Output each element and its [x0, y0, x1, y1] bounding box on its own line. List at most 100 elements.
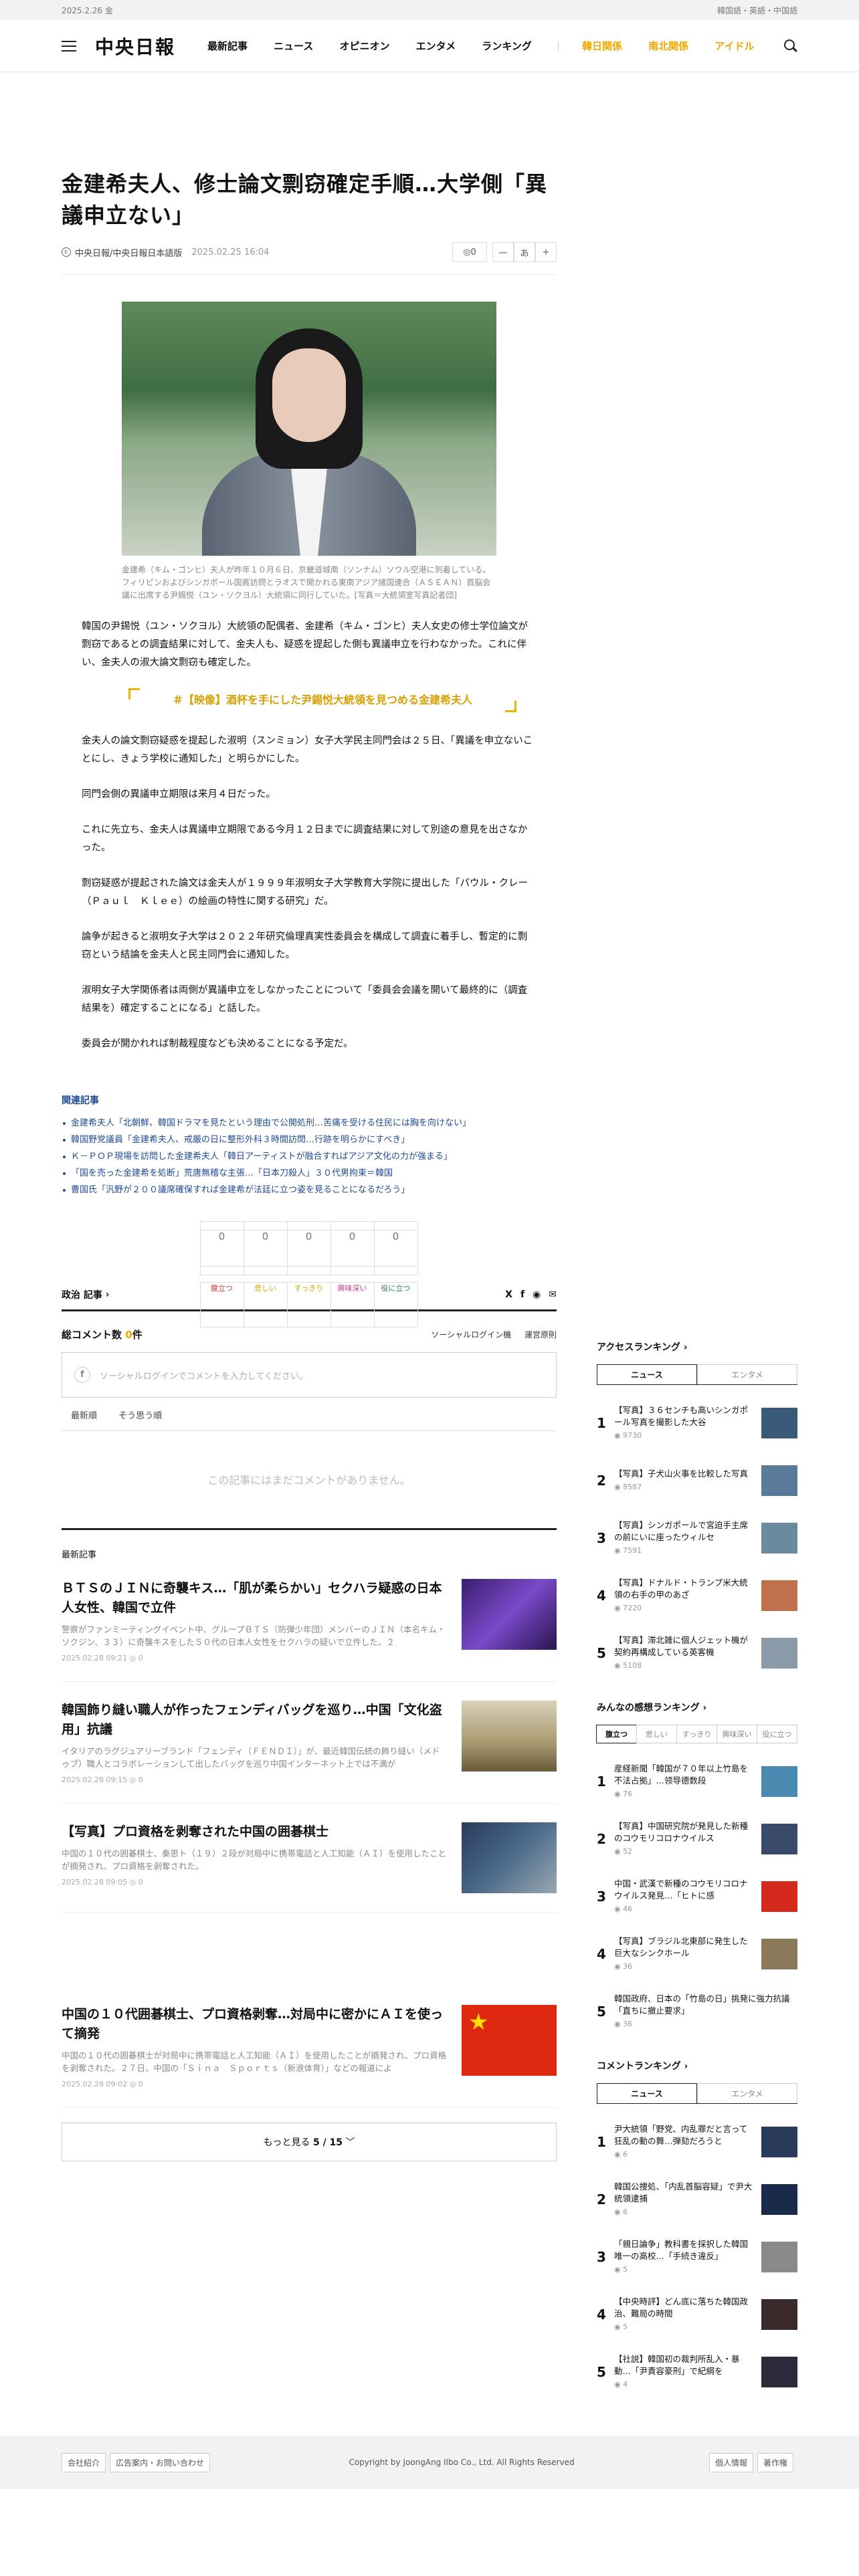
ranking-item[interactable]: 1 産経新聞「韓国が７０年以上竹島を不法占拠」…领导德数段 ◉ 76: [597, 1753, 797, 1810]
site-logo[interactable]: 中央日報: [95, 33, 175, 60]
latest-item[interactable]: 韓国飾り縫い職人が作ったフェンディバッグを巡り…中国「文化盗用」抗議 イタリアのラ…: [62, 1682, 557, 1804]
related-link[interactable]: 韓国野党議員「金建希夫人、戒厳の日に整形外科３時間訪問…行跡を明らかにすべき」: [62, 1132, 557, 1148]
ranking-title[interactable]: 「親日論争」教科書を採択した韓国唯一の高校…「手続き違反」: [614, 2238, 755, 2262]
ranking-item[interactable]: 4 【中央時評】どん底に落ちた韓国政治、難局の時間 ◉ 5: [597, 2286, 797, 2343]
ranking-item[interactable]: 5 韓国政府、日本の「竹島の日」挑発に強力抗議「直ちに撤止要求」 ◉ 36: [597, 1983, 797, 2040]
font-decrease-button[interactable]: 一: [492, 242, 514, 262]
latest-item[interactable]: 【写真】プロ資格を剥奪された中国の囲碁棋士 中国の１０代の囲碁棋士、秦思ト（１９）…: [62, 1804, 557, 1913]
ranking-thumbnail[interactable]: [761, 2127, 797, 2157]
reaction-button[interactable]: 0 すっきり: [286, 1221, 331, 1327]
tab-entertainment[interactable]: エンタメ: [697, 1364, 797, 1384]
font-size-button[interactable]: あ: [514, 242, 535, 262]
sort-newest[interactable]: 最新順: [71, 1411, 97, 1421]
nav-idol[interactable]: アイドル: [714, 40, 754, 52]
nav-news[interactable]: ニュース: [274, 40, 313, 52]
ranking-title[interactable]: 【写真】シンガポールで宮迫手主席の前にいに座ったウィルセ: [614, 1519, 755, 1543]
latest-thumbnail[interactable]: ★: [462, 2005, 557, 2076]
reaction-button[interactable]: 0 役に立つ: [373, 1221, 418, 1327]
ranking-item[interactable]: 3 中国・武漢で新種のコウモリコロナウイルス発見…「ヒトに感 ◉ 46: [597, 1868, 797, 1925]
ranking-thumbnail[interactable]: [761, 2299, 797, 2330]
reaction-button[interactable]: 0 悲しい: [243, 1221, 288, 1327]
reaction-tab[interactable]: 興味深い: [717, 1725, 757, 1743]
ranking-title[interactable]: 産経新聞「韓国が７０年以上竹島を不法占拠」…领导德数段: [614, 1763, 755, 1787]
comment-input[interactable]: f ソーシャルログインでコメントを入力してください。: [62, 1352, 557, 1398]
ranking-thumbnail[interactable]: [761, 1408, 797, 1438]
latest-title[interactable]: 中国の１０代囲碁棋士、プロ資格剥奪…対局中に密かにＡＩを使って摘発: [62, 2005, 447, 2044]
sort-agree[interactable]: そう思う順: [118, 1411, 162, 1421]
reaction-tab[interactable]: すっきり: [676, 1725, 717, 1743]
ranking-item[interactable]: 3 【写真】シンガポールで宮迫手主席の前にいに座ったウィルセ ◉ 7591: [597, 1509, 797, 1567]
ranking-thumbnail[interactable]: [761, 1638, 797, 1669]
facebook-share-icon[interactable]: f: [520, 1289, 524, 1300]
ranking-item[interactable]: 2 【写真】中国研究院が発見した新種のコウモリコロナウイルス ◉ 52: [597, 1810, 797, 1868]
ranking-title[interactable]: 尹大統領「野党、内乱罪だと言って狂乱の動の舞…弾劾だろうと: [614, 2123, 755, 2147]
ranking-title[interactable]: 【中央時評】どん底に落ちた韓国政治、難局の時間: [614, 2296, 755, 2320]
tab-entertainment[interactable]: エンタメ: [697, 2083, 797, 2103]
access-ranking-heading[interactable]: アクセスランキング ›: [597, 1340, 797, 1354]
ranking-thumbnail[interactable]: [761, 1580, 797, 1611]
ranking-item[interactable]: 5 【社説】韓国初の裁判所乱入・暴動…「尹責容豪刑」で紀綱を ◉ 4: [597, 2343, 797, 2401]
ranking-title[interactable]: 【写真】３６センチも高いシンガポール写真を撮影した大谷: [614, 1404, 755, 1428]
related-link[interactable]: Ｋ－ＰＯＰ現場を訪問した金建希夫人「韓日アーティストが融合すればアジア文化の力が…: [62, 1148, 557, 1165]
language-links[interactable]: 韓国語・英語・中国語: [717, 5, 797, 16]
ranking-thumbnail[interactable]: [761, 1465, 797, 1496]
related-link[interactable]: 金建希夫人「北朝鮮、韓国ドラマを見たという理由で公開処刑…苦痛を受ける住民には胸…: [62, 1115, 557, 1132]
font-increase-button[interactable]: +: [535, 242, 557, 262]
x-share-icon[interactable]: X: [505, 1289, 512, 1300]
more-button[interactable]: もっと見る 5 / 15 ﹀: [62, 2123, 557, 2161]
ranking-item[interactable]: 2 韓国公捜処、「内乱首脳容疑」で尹大統領逮捕 ◉ 6: [597, 2171, 797, 2228]
ranking-title[interactable]: 韓国公捜処、「内乱首脳容疑」で尹大統領逮捕: [614, 2181, 755, 2205]
reaction-ranking-heading[interactable]: みんなの感想ランキング ›: [597, 1701, 797, 1714]
footer-ads-link[interactable]: 広告案内・お問い合わせ: [110, 2452, 211, 2472]
ranking-item[interactable]: 4 【写真】ブラジル北東部に発生した巨大なシンクホール ◉ 36: [597, 1925, 797, 1983]
section-label[interactable]: 政治 記事: [62, 1288, 102, 1301]
ranking-thumbnail[interactable]: [761, 1824, 797, 1854]
nav-korea-japan[interactable]: 韓日関係: [582, 40, 622, 52]
footer-copyright-link[interactable]: 著作権: [757, 2452, 793, 2472]
reaction-button[interactable]: 0 腹立つ: [199, 1221, 244, 1327]
nav-latest[interactable]: 最新記事: [207, 40, 248, 52]
search-icon[interactable]: [784, 39, 797, 53]
nav-north-south[interactable]: 南北関係: [648, 40, 688, 52]
line-share-icon[interactable]: ◉: [533, 1289, 541, 1300]
ranking-thumbnail[interactable]: [761, 1939, 797, 1969]
latest-title[interactable]: ＢＴＳのＪＩＮに奇襲キス…「肌が柔らかい」セクハラ疑惑の日本人女性、韓国で立件: [62, 1579, 447, 1618]
footer-privacy-link[interactable]: 個人情報: [708, 2452, 753, 2472]
latest-thumbnail[interactable]: [462, 1701, 557, 1772]
ranking-title[interactable]: 中国・武漢で新種のコウモリコロナウイルス発見…「ヒトに感: [614, 1878, 755, 1902]
ranking-title[interactable]: 【写真】子犬山火事を比較した写真: [614, 1468, 755, 1480]
ranking-item[interactable]: 1 尹大統領「野党、内乱罪だと言って狂乱の動の舞…弾劾だろうと ◉ 6: [597, 2113, 797, 2171]
ranking-item[interactable]: 2 【写真】子犬山火事を比較した写真 ◉ 8587: [597, 1452, 797, 1509]
latest-thumbnail[interactable]: [462, 1822, 557, 1893]
ranking-item[interactable]: 1 【写真】３６センチも高いシンガポール写真を撮影した大谷 ◉ 9730: [597, 1394, 797, 1452]
video-promo-link[interactable]: ＃【映像】酒杯を手にした尹錫悦大統領を見つめる金建希夫人: [128, 685, 516, 715]
reaction-button[interactable]: 0 興味深い: [330, 1221, 375, 1327]
tab-news[interactable]: ニュース: [597, 1364, 697, 1384]
ranking-title[interactable]: 【社説】韓国初の裁判所乱入・暴動…「尹責容豪刑」で紀綱を: [614, 2353, 755, 2377]
reaction-tab[interactable]: 役に立つ: [757, 1725, 797, 1743]
latest-title[interactable]: 【写真】プロ資格を剥奪された中国の囲碁棋士: [62, 1822, 447, 1842]
ranking-item[interactable]: 3 「親日論争」教科書を採択した韓国唯一の高校…「手続き違反」 ◉ 5: [597, 2228, 797, 2286]
ranking-thumbnail[interactable]: [761, 2357, 797, 2387]
mail-share-icon[interactable]: ✉: [549, 1289, 557, 1300]
ranking-thumbnail[interactable]: [761, 1881, 797, 1912]
ranking-title[interactable]: 韓国政府、日本の「竹島の日」挑発に強力抗議「直ちに撤止要求」: [614, 1993, 791, 2017]
comment-count-button[interactable]: ◎ 0: [452, 242, 487, 262]
latest-title[interactable]: 韓国飾り縫い職人が作ったフェンディバッグを巡り…中国「文化盗用」抗議: [62, 1701, 447, 1739]
tab-news[interactable]: ニュース: [597, 2083, 697, 2103]
reaction-tab[interactable]: 腹立つ: [596, 1725, 637, 1743]
ranking-item[interactable]: 5 【写真】滞北雑に個人ジェット機が契約再構成している英客機 ◉ 5108: [597, 1624, 797, 1682]
nav-opinion[interactable]: オピニオン: [339, 40, 389, 52]
ranking-title[interactable]: 【写真】ブラジル北東部に発生した巨大なシンクホール: [614, 1935, 755, 1959]
related-link[interactable]: 曹国氏「汎野が２００議席確保すれば金建希が法廷に立つ姿を見ることになるだろう」: [62, 1182, 557, 1198]
nav-entertainment[interactable]: エンタメ: [416, 40, 456, 52]
ranking-title[interactable]: 【写真】ドナルド・トランプ米大統領の右手の甲のあざ: [614, 1577, 755, 1601]
comment-ranking-heading[interactable]: コメントランキング ›: [597, 2059, 797, 2072]
ranking-thumbnail[interactable]: [761, 1523, 797, 1553]
social-login-link[interactable]: ソーシャルログイン機: [431, 1330, 511, 1339]
reaction-tab[interactable]: 悲しい: [636, 1725, 677, 1743]
latest-item[interactable]: 中国の１０代囲碁棋士、プロ資格剥奪…対局中に密かにＡＩを使って摘発 中国の１０代の…: [62, 1986, 557, 2108]
footer-company-link[interactable]: 会社紹介: [62, 2452, 106, 2472]
ranking-thumbnail[interactable]: [761, 2184, 797, 2215]
latest-item[interactable]: ＢＴＳのＪＩＮに奇襲キス…「肌が柔らかい」セクハラ疑惑の日本人女性、韓国で立件警…: [62, 1560, 557, 1682]
